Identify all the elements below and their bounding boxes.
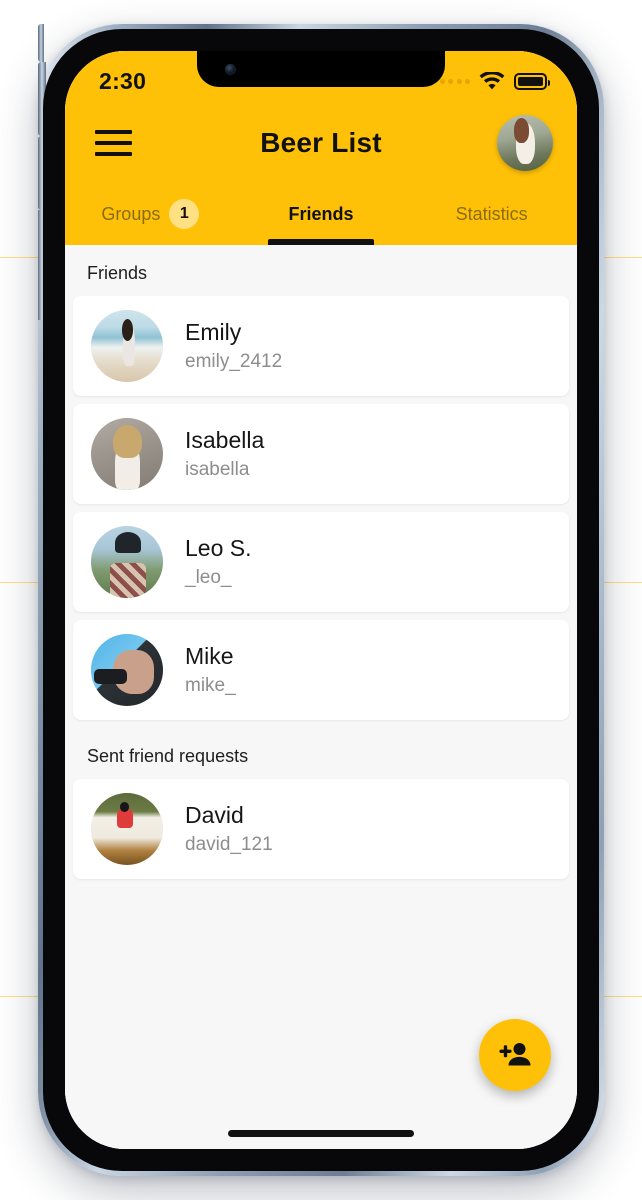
profile-avatar-image xyxy=(497,115,553,171)
list-item[interactable]: Leo S. _leo_ xyxy=(73,512,569,612)
content-area: Friends Emily emily_2412 Isabella isabel… xyxy=(65,245,577,1149)
emily-avatar-image xyxy=(91,310,163,382)
list-item[interactable]: Isabella isabella xyxy=(73,404,569,504)
hamburger-menu-icon[interactable] xyxy=(95,128,133,158)
list-item[interactable]: Emily emily_2412 xyxy=(73,296,569,396)
battery-full-icon xyxy=(514,72,550,90)
tab-groups-badge: 1 xyxy=(169,199,200,229)
friend-handle: david_121 xyxy=(185,834,273,855)
add-friend-button[interactable] xyxy=(479,1019,551,1091)
page-root: 2:30 Beer List Groups 1 Friends Statisti… xyxy=(0,0,642,1200)
section-header-friends: Friends xyxy=(87,263,148,283)
friend-name: David xyxy=(185,802,244,828)
avatar xyxy=(91,634,163,706)
signal-dots-icon xyxy=(439,78,470,84)
avatar xyxy=(91,418,163,490)
friend-name: Emily xyxy=(185,319,242,345)
section-header-sent-requests: Sent friend requests xyxy=(87,746,249,766)
list-item-text: Mike mike_ xyxy=(185,643,236,697)
tab-statistics[interactable]: Statistics xyxy=(406,183,577,245)
status-indicators xyxy=(439,71,550,91)
leo-avatar-image xyxy=(91,526,163,598)
wifi-icon xyxy=(479,71,505,89)
friend-handle: isabella xyxy=(185,459,250,480)
tab-friends[interactable]: Friends xyxy=(236,183,407,245)
person-add-icon xyxy=(499,1043,531,1066)
phone-bezel: 2:30 Beer List Groups 1 Friends Statisti… xyxy=(43,29,599,1171)
friend-name: Mike xyxy=(185,643,234,669)
list-item-text: Emily emily_2412 xyxy=(185,319,282,373)
friend-name: Leo S. xyxy=(185,535,252,561)
tab-groups[interactable]: Groups 1 xyxy=(65,183,236,245)
phone-screen: 2:30 Beer List Groups 1 Friends Statisti… xyxy=(65,51,577,1149)
mike-avatar-image xyxy=(91,634,163,706)
list-item-text: Isabella isabella xyxy=(185,427,264,481)
app-container: 2:30 Beer List Groups 1 Friends Statisti… xyxy=(65,51,577,1149)
tab-statistics-label: Statistics xyxy=(455,203,528,224)
top-bar: 2:30 Beer List Groups 1 Friends Statisti… xyxy=(65,51,577,245)
tab-friends-label: Friends xyxy=(288,203,354,224)
silent-switch-button[interactable] xyxy=(38,24,44,62)
friend-handle: _leo_ xyxy=(185,567,232,588)
avatar xyxy=(91,310,163,382)
profile-avatar[interactable] xyxy=(497,115,553,171)
friend-handle: emily_2412 xyxy=(185,351,283,372)
phone-frame: 2:30 Beer List Groups 1 Friends Statisti… xyxy=(38,24,604,1176)
list-item[interactable]: David david_121 xyxy=(73,779,569,879)
friend-handle: mike_ xyxy=(185,675,236,696)
list-item-text: David david_121 xyxy=(185,802,273,856)
friend-name: Isabella xyxy=(185,427,265,453)
status-time: 2:30 xyxy=(99,67,147,94)
david-avatar-image xyxy=(91,793,163,865)
device-notch xyxy=(197,51,445,87)
navigation-bar: Beer List xyxy=(65,103,577,183)
home-indicator xyxy=(228,1130,414,1137)
list-item-text: Leo S. _leo_ xyxy=(185,535,252,589)
isabella-avatar-image xyxy=(91,418,163,490)
list-item[interactable]: Mike mike_ xyxy=(73,620,569,720)
front-camera-icon xyxy=(225,64,236,75)
tab-groups-label: Groups xyxy=(101,203,161,224)
tab-bar: Groups 1 Friends Statistics xyxy=(65,183,577,245)
avatar xyxy=(91,526,163,598)
avatar xyxy=(91,793,163,865)
